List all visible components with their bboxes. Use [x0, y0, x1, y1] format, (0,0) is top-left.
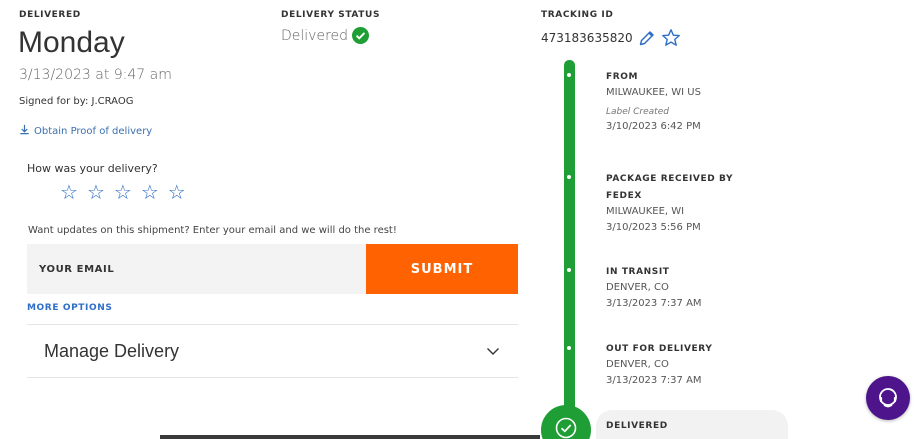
event-location: MILWAUKEE, WI US — [606, 87, 701, 98]
pencil-icon[interactable] — [638, 29, 656, 47]
timeline-dot — [567, 268, 571, 272]
chat-agent-icon — [879, 388, 897, 408]
manage-delivery-accordion[interactable]: Manage Delivery — [27, 325, 518, 377]
timeline-dot — [567, 175, 571, 179]
timeline-track — [564, 60, 575, 439]
bottom-bar — [160, 435, 540, 439]
divider — [27, 377, 518, 378]
timeline-dot — [567, 73, 571, 77]
delivery-status: Delivered — [281, 27, 370, 44]
star-4-icon[interactable]: ☆ — [141, 182, 159, 202]
email-updates-prompt: Want updates on this shipment? Enter you… — [28, 225, 397, 236]
email-field[interactable] — [39, 263, 367, 275]
star-5-icon[interactable]: ☆ — [168, 182, 186, 202]
timeline-event-received: PACKAGE RECEIVED BY FEDEX MILWAUKEE, WI … — [606, 172, 786, 236]
timeline-event-out-for-delivery: OUT FOR DELIVERY DENVER, CO 3/13/2023 7:… — [606, 342, 786, 389]
delivery-status-label: DELIVERY STATUS — [281, 10, 381, 20]
delivery-status-value: Delivered — [281, 27, 349, 44]
timeline-event-delivered: DELIVERED — [606, 419, 786, 434]
timeline-dot — [567, 346, 571, 350]
timeline-event-from: FROM MILWAUKEE, WI US Label Created 3/10… — [606, 70, 786, 135]
event-time: 3/10/2023 5:56 PM — [606, 222, 701, 233]
event-time: 3/13/2023 7:37 AM — [606, 375, 702, 386]
event-time: 3/13/2023 7:37 AM — [606, 298, 702, 309]
proof-of-delivery-label: Obtain Proof of delivery — [34, 125, 153, 137]
delivery-datetime: 3/13/2023 at 9:47 am — [19, 67, 172, 83]
proof-of-delivery-link[interactable]: Obtain Proof of delivery — [19, 124, 152, 138]
delivered-check-icon — [541, 405, 591, 439]
manage-delivery-label: Manage Delivery — [44, 340, 180, 361]
event-time: 3/10/2023 6:42 PM — [606, 121, 701, 132]
event-location: DENVER, CO — [606, 359, 669, 370]
star-outline-icon[interactable] — [661, 28, 681, 48]
signed-for-text: Signed for by: J.CRAOG — [19, 96, 134, 107]
event-title: DELIVERED — [606, 421, 668, 431]
download-icon — [19, 124, 30, 138]
tracking-number: 473183635820 — [541, 31, 633, 45]
tracking-id-label: TRACKING ID — [541, 10, 614, 20]
event-location: MILWAUKEE, WI — [606, 206, 685, 217]
check-circle-icon — [352, 27, 370, 44]
star-1-icon[interactable]: ☆ — [60, 182, 78, 202]
submit-button[interactable]: SUBMIT — [366, 244, 518, 294]
delivery-day: Monday — [18, 26, 125, 59]
event-note: Label Created — [606, 107, 669, 117]
rating-stars: ☆ ☆ ☆ ☆ ☆ — [60, 182, 186, 202]
event-title-continued: FEDEX — [606, 191, 642, 201]
event-title: IN TRANSIT — [606, 267, 670, 277]
chat-button[interactable] — [866, 376, 910, 420]
rating-question: How was your delivery? — [27, 162, 158, 175]
star-2-icon[interactable]: ☆ — [87, 182, 105, 202]
email-field-container — [27, 244, 367, 294]
delivered-label: DELIVERED — [19, 10, 81, 20]
star-3-icon[interactable]: ☆ — [114, 182, 132, 202]
event-title: OUT FOR DELIVERY — [606, 344, 713, 354]
more-options-link[interactable]: MORE OPTIONS — [27, 303, 112, 313]
event-title: FROM — [606, 72, 639, 82]
chevron-down-icon — [487, 348, 499, 355]
tracking-id-row: 473183635820 — [541, 28, 681, 48]
timeline-event-in-transit: IN TRANSIT DENVER, CO 3/13/2023 7:37 AM — [606, 265, 786, 312]
event-location: DENVER, CO — [606, 282, 669, 293]
event-title: PACKAGE RECEIVED BY — [606, 174, 734, 184]
